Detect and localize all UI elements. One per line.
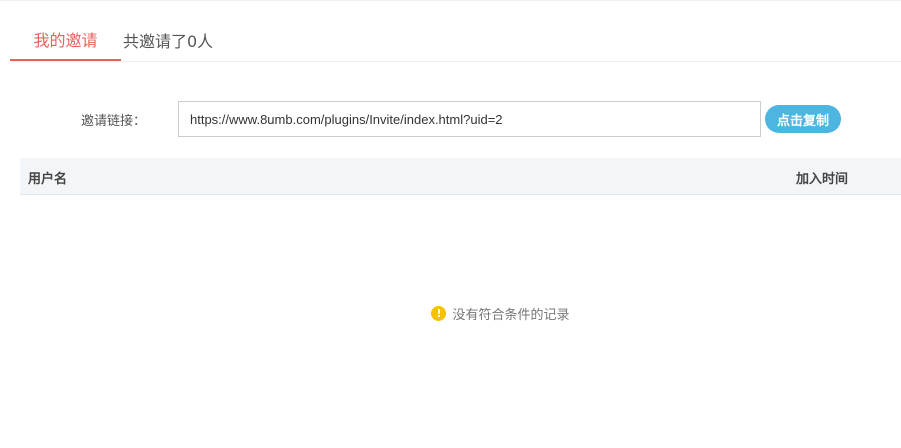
invite-table: 用户名 加入时间 [20, 158, 901, 195]
column-header-username[interactable]: 用户名 [28, 168, 67, 187]
tab-bar: 我的邀请 共邀请了0人 [10, 1, 901, 62]
invite-link-input[interactable] [178, 101, 761, 137]
invite-page: 我的邀请 共邀请了0人 邀请链接： 点击复制 用户名 加入时间 ! 没有符合条件… [0, 0, 901, 448]
invite-link-row: 邀请链接： 点击复制 [0, 101, 901, 137]
empty-state-text: 没有符合条件的记录 [452, 308, 570, 323]
tab-my-invites[interactable]: 我的邀请 [10, 3, 121, 61]
copy-button[interactable]: 点击复制 [765, 105, 841, 133]
invite-link-label: 邀请链接： [81, 114, 147, 129]
empty-state: ! 没有符合条件的记录 [0, 304, 901, 323]
tab-invite-count[interactable]: 共邀请了0人 [123, 3, 213, 61]
column-header-join-time[interactable]: 加入时间 [796, 168, 848, 187]
warning-icon: ! [431, 306, 447, 321]
table-header: 用户名 加入时间 [20, 158, 901, 195]
